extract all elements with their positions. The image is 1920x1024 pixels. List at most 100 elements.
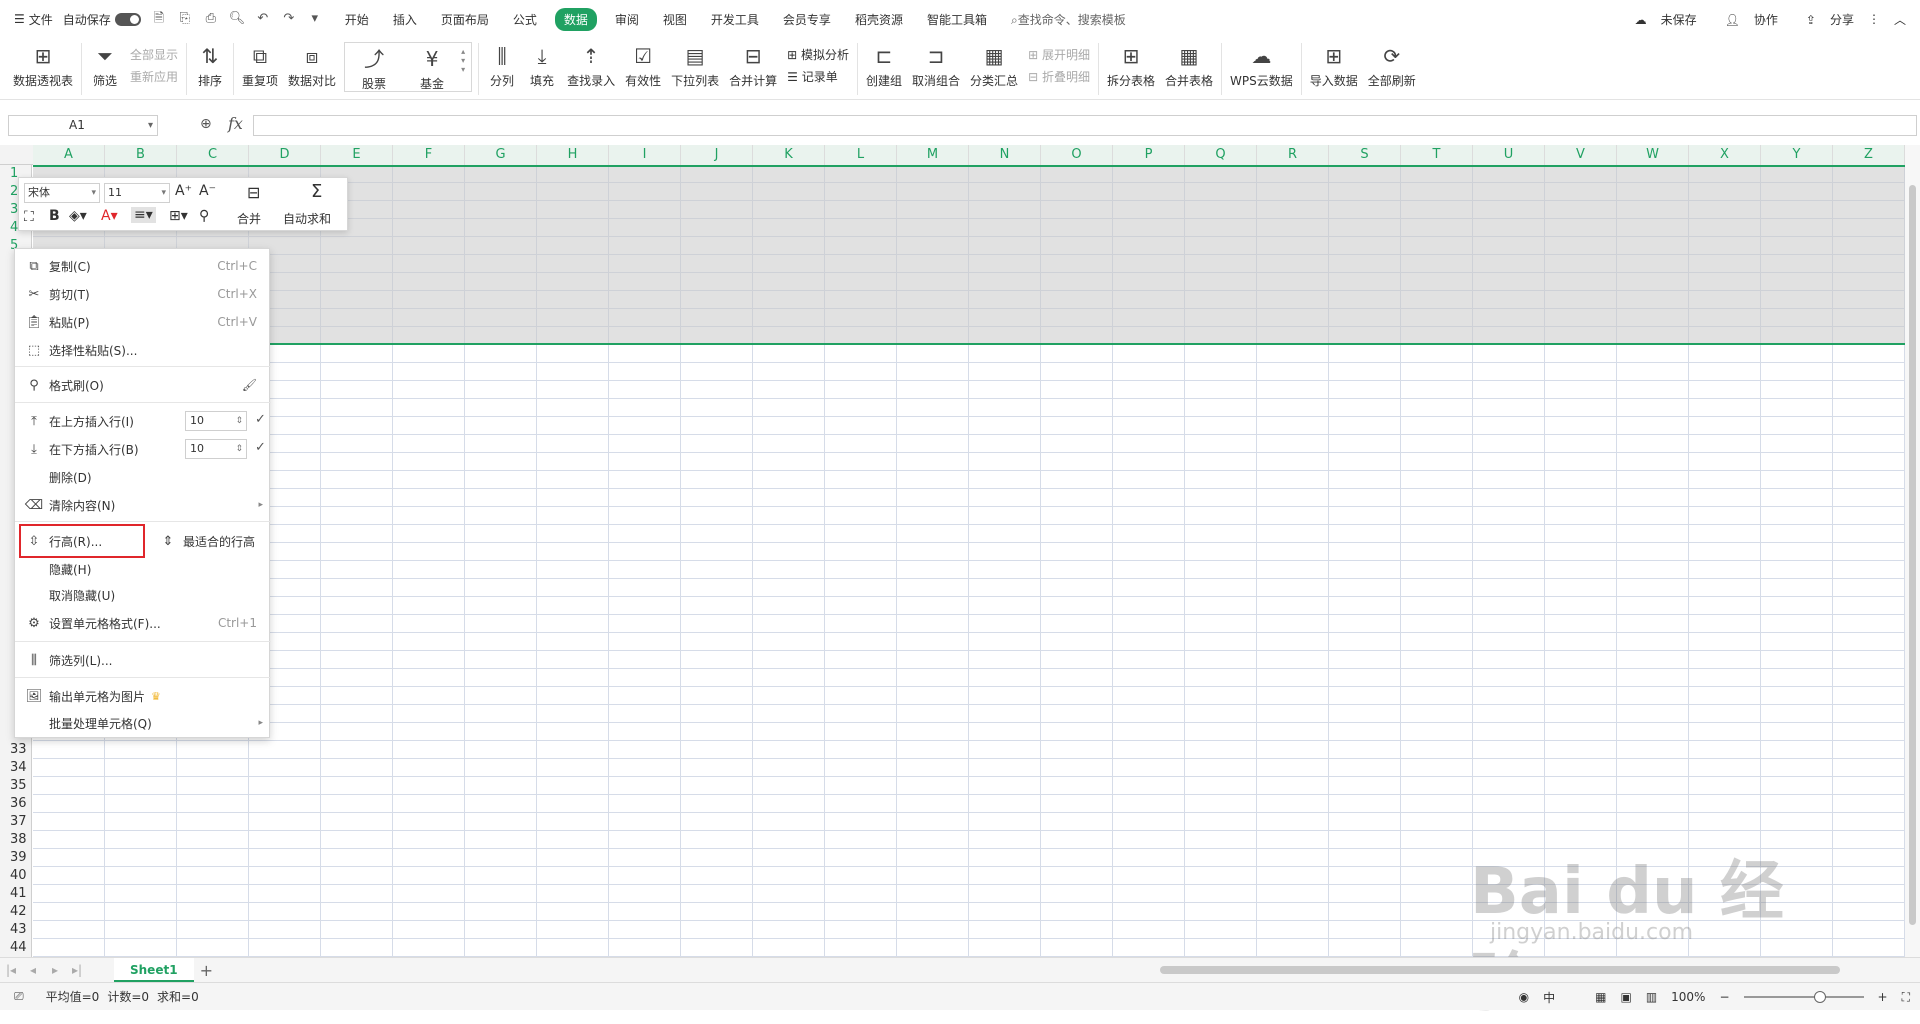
border-icon[interactable]: ⊞▾	[169, 208, 188, 224]
tab-insert[interactable]: 插入	[393, 8, 417, 31]
zoom-formula-icon[interactable]: ⊕	[200, 116, 212, 132]
column-header[interactable]: J	[681, 145, 753, 165]
horizontal-scrollbar[interactable]	[1130, 964, 1885, 976]
row-header[interactable]: 44	[0, 939, 32, 957]
menu-copy[interactable]: ⧉ 复制(C) Ctrl+C	[15, 254, 271, 278]
next-sheet-icon[interactable]: ▸	[44, 963, 66, 977]
column-header[interactable]: V	[1545, 145, 1617, 165]
tab-data[interactable]: 数据	[554, 7, 597, 31]
confirm-above-icon[interactable]: ✓	[255, 412, 266, 427]
column-header[interactable]: M	[897, 145, 969, 165]
create-group-button[interactable]: ⊏ 创建组	[861, 38, 907, 89]
column-header[interactable]: X	[1689, 145, 1761, 165]
column-header[interactable]: B	[105, 145, 177, 165]
column-header[interactable]: A	[33, 145, 105, 165]
column-header[interactable]: I	[609, 145, 681, 165]
subtotal-button[interactable]: ▦ 分类汇总	[965, 38, 1023, 89]
gallery-scroll-icon[interactable]: ▴ ▾ ▾	[461, 43, 471, 91]
row-header[interactable]: 40	[0, 867, 32, 885]
row-header[interactable]: 37	[0, 813, 32, 831]
menu-filter-columns[interactable]: ⫼ 筛选列(L)...	[15, 648, 271, 672]
zoom-level[interactable]: 100%	[1671, 990, 1705, 1004]
formula-input[interactable]	[253, 115, 1917, 136]
data-compare-button[interactable]: ⧈ 数据对比	[283, 38, 341, 89]
menu-batch[interactable]: 批量处理单元格(Q) ▸	[15, 711, 271, 735]
tab-formula[interactable]: 公式	[513, 8, 537, 31]
stock-button[interactable]: ⤴ 股票	[345, 43, 403, 91]
collab-button[interactable]: 👤︎ 协作	[1711, 11, 1778, 28]
bold-icon[interactable]: B	[49, 208, 60, 224]
column-header[interactable]: L	[825, 145, 897, 165]
zoom-in-icon[interactable]: +	[1878, 990, 1888, 1004]
whatif-button[interactable]: ⊞ 模拟分析	[787, 44, 849, 66]
print-preview-icon[interactable]: 🔍︎	[229, 11, 246, 27]
column-header[interactable]: W	[1617, 145, 1689, 165]
format-painter-side-icon[interactable]: 🖌︎	[242, 378, 257, 392]
refresh-all-button[interactable]: ⟳ 全部刷新	[1363, 38, 1421, 89]
font-color-icon[interactable]: A▾	[101, 208, 118, 224]
row-header[interactable]: 33	[0, 741, 32, 759]
column-header[interactable]: D	[249, 145, 321, 165]
eye-protect-icon[interactable]: ◉	[1519, 990, 1529, 1004]
column-header[interactable]: S	[1329, 145, 1401, 165]
prev-sheet-icon[interactable]: ◂	[22, 963, 44, 977]
input-lang[interactable]: 中	[1543, 989, 1555, 1006]
column-header[interactable]: F	[393, 145, 465, 165]
increase-font-icon[interactable]: A⁺	[175, 183, 192, 199]
fx-icon[interactable]: fx	[228, 114, 243, 133]
merge-button[interactable]: 合并	[237, 210, 261, 227]
unsaved-button[interactable]: ☁ 未保存	[1621, 11, 1697, 28]
insert-below-count[interactable]: 10	[185, 439, 247, 459]
row-header[interactable]: 41	[0, 885, 32, 903]
fill-color-icon[interactable]: ◈▾	[69, 208, 87, 224]
confirm-below-icon[interactable]: ✓	[255, 440, 266, 455]
tab-smart-tools[interactable]: 智能工具箱	[927, 8, 987, 31]
autosum-button[interactable]: 自动求和	[283, 210, 331, 227]
menu-cut[interactable]: ✂ 剪切(T) Ctrl+X	[15, 282, 271, 306]
column-header[interactable]: Z	[1833, 145, 1905, 165]
pivot-table-button[interactable]: ⊞ 数据透视表	[8, 38, 78, 89]
menu-paste-special[interactable]: ⬚ 选择性粘贴(S)...	[15, 338, 271, 362]
column-header[interactable]: E	[321, 145, 393, 165]
column-header[interactable]: P	[1113, 145, 1185, 165]
column-header[interactable]: G	[465, 145, 537, 165]
horizontal-scroll-thumb[interactable]	[1160, 966, 1840, 974]
vertical-scrollbar[interactable]	[1905, 145, 1920, 957]
export-pdf-icon[interactable]: ⎘	[177, 11, 193, 27]
redo-icon[interactable]: ↷	[281, 11, 297, 27]
column-header[interactable]: T	[1401, 145, 1473, 165]
wps-cloud-button[interactable]: ☁ WPS云数据	[1225, 38, 1298, 89]
tab-view[interactable]: 视图	[663, 8, 687, 31]
filter-button[interactable]: ⏷ 筛选	[85, 38, 125, 89]
add-sheet-icon[interactable]: +	[200, 961, 213, 980]
column-header[interactable]: U	[1473, 145, 1545, 165]
menu-format-cells[interactable]: ⚙ 设置单元格格式(F)... Ctrl+1	[15, 611, 271, 635]
file-menu[interactable]: ☰ 文件	[14, 11, 53, 28]
page-layout-view-icon[interactable]: ▣	[1620, 990, 1631, 1004]
tab-member[interactable]: 会员专享	[783, 8, 831, 31]
split-table-button[interactable]: ⊞ 拆分表格	[1102, 38, 1160, 89]
collapse-ribbon-icon[interactable]: ︿	[1894, 11, 1906, 28]
consolidate-button[interactable]: ⊟ 合并计算	[724, 38, 782, 89]
vertical-scroll-thumb[interactable]	[1909, 185, 1916, 925]
tab-review[interactable]: 审阅	[615, 8, 639, 31]
font-size-select[interactable]: 11	[104, 183, 170, 203]
sigma-icon[interactable]: Σ	[311, 181, 322, 202]
row-header[interactable]: 43	[0, 921, 32, 939]
validity-button[interactable]: ☑ 有效性	[620, 38, 666, 89]
row-header[interactable]: 42	[0, 903, 32, 921]
select-icon[interactable]: ⛶	[24, 209, 34, 225]
sheet-tab-sheet1[interactable]: Sheet1	[114, 958, 194, 982]
row-header[interactable]: 36	[0, 795, 32, 813]
more-quick-icon[interactable]: ▾	[307, 11, 323, 27]
merge-icon[interactable]: ⊟	[247, 183, 260, 202]
more-icon[interactable]: ⋮	[1868, 12, 1880, 26]
reapply-button[interactable]: 重新应用	[130, 66, 178, 88]
tab-page-layout[interactable]: 页面布局	[441, 8, 489, 31]
menu-paste[interactable]: 📋︎ 粘贴(P) Ctrl+V	[15, 310, 271, 334]
column-header[interactable]: Q	[1185, 145, 1257, 165]
tab-developer[interactable]: 开发工具	[711, 8, 759, 31]
align-icon[interactable]: ≡▾	[131, 207, 156, 223]
name-box[interactable]: A1	[8, 115, 158, 136]
insert-above-count[interactable]: 10	[185, 411, 247, 431]
